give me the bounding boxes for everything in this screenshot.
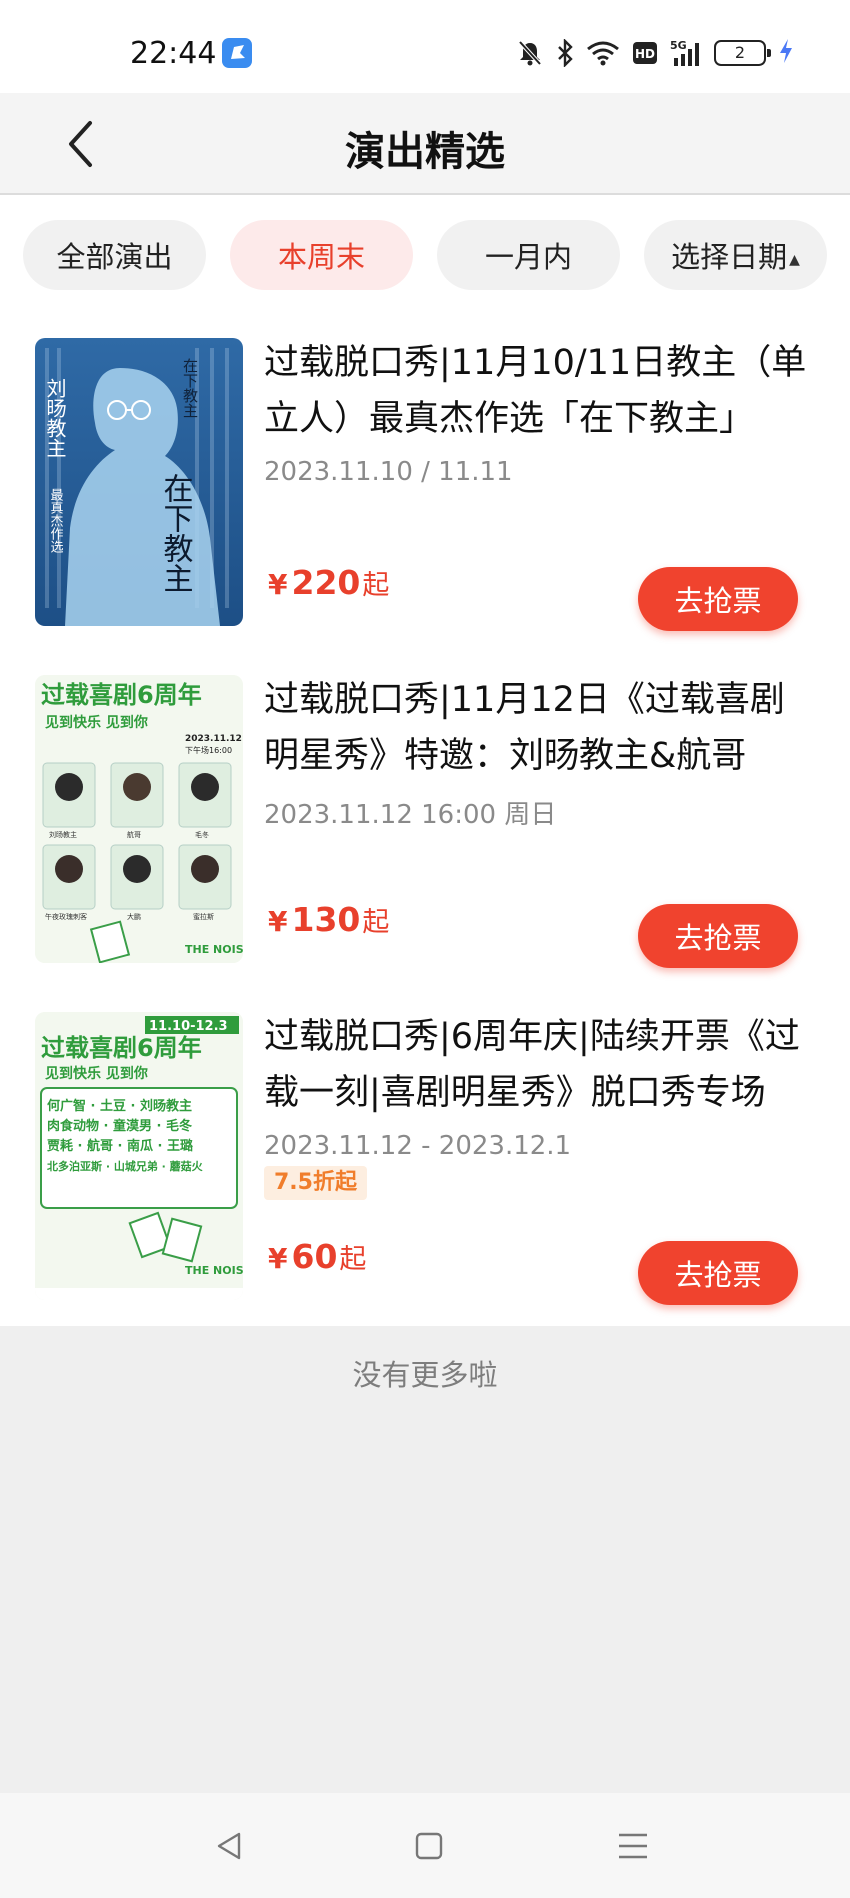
poster-time: 下午场16:00 (185, 745, 232, 755)
status-bar: 22:44 HD 5G 2 (0, 0, 850, 93)
show-list: 刘旸教主 最真杰作选 在下教主 在下教主 过载脱口秀|11月10/11日教主（单… (0, 315, 850, 1326)
caret-down-icon: ▲ (789, 252, 800, 268)
poster-footer: THE NOISE (185, 1264, 243, 1277)
poster-vertical-title: 刘旸教主 (43, 378, 67, 458)
price-amount: 130 (291, 900, 361, 939)
price-currency: ¥ (268, 1242, 288, 1275)
price-suffix: 起 (362, 907, 390, 938)
poster-headline: 过载喜剧6周年 (41, 681, 202, 709)
lineup-line: 北多泊亚斯 · 山城兄弟 · 蘑菇火 (47, 1159, 204, 1173)
menu-lines-icon (619, 1833, 647, 1859)
guest-name: 蜜拉斯 (193, 912, 214, 921)
price-suffix: 起 (339, 1244, 367, 1275)
show-title[interactable]: 过载脱口秀|11月12日《过载喜剧明星秀》特邀：刘旸教主&航哥 (264, 672, 814, 784)
guest-name: 航哥 (127, 830, 141, 839)
show-price: ¥ 130 起 (268, 900, 389, 939)
guest-name: 刘旸教主 (49, 830, 77, 839)
tab-select-date[interactable]: 选择日期 ▲ (644, 220, 827, 290)
show-date: 2023.11.12 - 2023.12.1 (264, 1131, 572, 1161)
price-suffix: 起 (362, 570, 390, 601)
tab-label: 全部演出 (56, 240, 173, 274)
nav-home-button[interactable] (406, 1823, 452, 1869)
header: 演出精选 (0, 93, 850, 195)
wifi-icon (587, 41, 619, 66)
guest-name: 午夜玫瑰刺客 (45, 912, 87, 921)
price-amount: 220 (291, 563, 361, 602)
price-currency: ¥ (268, 905, 288, 938)
guest-name: 毛冬 (195, 830, 209, 839)
app-notification-icon (222, 38, 252, 68)
tab-label: 本周末 (277, 240, 365, 274)
buy-ticket-button[interactable]: 去抢票 (638, 1241, 798, 1305)
poster-big-title: 在下教主 (158, 473, 194, 593)
tab-this-weekend[interactable]: 本周末 (230, 220, 413, 290)
show-poster[interactable]: 11.10-12.3 过载喜剧6周年 见到快乐 见到你 何广智 · 土豆 · 刘… (35, 1012, 243, 1300)
show-title[interactable]: 过载脱口秀|11月10/11日教主（单立人）最真杰作选「在下教主」 (264, 335, 814, 447)
poster-small-title: 在下教主 (181, 358, 199, 418)
lineup-line: 何广智 · 土豆 · 刘旸教主 (47, 1098, 192, 1114)
filter-bar: 全部演出 本周末 一月内 选择日期 ▲ (0, 195, 850, 315)
home-square-icon (415, 1832, 443, 1860)
system-nav-bar (0, 1793, 850, 1898)
poster-sub: 见到快乐 见到你 (45, 1065, 148, 1082)
nav-back-button[interactable] (206, 1823, 252, 1869)
poster-footer: THE NOISE (185, 943, 243, 956)
bluetooth-icon (558, 39, 573, 67)
buy-ticket-button[interactable]: 去抢票 (638, 904, 798, 968)
back-triangle-icon (217, 1832, 241, 1860)
page-title: 演出精选 (345, 129, 505, 175)
tab-label: 一月内 (484, 240, 572, 274)
buy-ticket-button[interactable]: 去抢票 (638, 567, 798, 631)
charging-icon (778, 38, 794, 69)
show-poster[interactable]: 过载喜剧6周年 见到快乐 见到你 2023.11.12 下午场16:00 刘旸教… (35, 675, 243, 963)
show-price: ¥ 60 起 (268, 1237, 366, 1276)
poster-date: 2023.11.12 (185, 734, 242, 744)
status-time: 22:44 (130, 36, 217, 71)
nav-menu-button[interactable] (610, 1823, 656, 1869)
guest-name: 大鹏 (127, 912, 141, 921)
price-currency: ¥ (268, 568, 288, 601)
show-date: 2023.11.12 16:00 周日 (264, 800, 557, 830)
poster-headline: 过载喜剧6周年 (41, 1034, 202, 1062)
poster-vertical-sub: 最真杰作选 (48, 488, 64, 554)
list-end-text: 没有更多啦 (352, 1358, 498, 1392)
lineup-line: 肉食动物 · 童漠男 · 毛冬 (47, 1118, 192, 1134)
poster-sub: 见到快乐 见到你 (45, 714, 148, 731)
price-amount: 60 (291, 1237, 338, 1276)
show-date: 2023.11.10 / 11.11 (264, 457, 513, 487)
tab-all-shows[interactable]: 全部演出 (23, 220, 206, 290)
mute-icon (518, 40, 542, 66)
signal-icon: 5G (670, 39, 699, 66)
hd-icon: HD (633, 42, 657, 64)
hd-label: HD (635, 47, 655, 61)
discount-badge: 7.5折起 (264, 1166, 367, 1200)
show-title[interactable]: 过载脱口秀|6周年庆|陆续开票《过载一刻|喜剧明星秀》脱口秀专场 (264, 1009, 814, 1121)
show-card[interactable]: 刘旸教主 最真杰作选 在下教主 在下教主 过载脱口秀|11月10/11日教主（单… (0, 315, 850, 652)
tab-within-month[interactable]: 一月内 (437, 220, 620, 290)
show-poster[interactable]: 刘旸教主 最真杰作选 在下教主 在下教主 (35, 338, 243, 626)
lineup-line: 贾耗 · 航哥 · 南瓜 · 王璐 (47, 1138, 193, 1154)
tab-label: 选择日期 (671, 240, 788, 274)
show-card[interactable]: 11.10-12.3 过载喜剧6周年 见到快乐 见到你 何广智 · 土豆 · 刘… (0, 989, 850, 1326)
battery-icon: 2 (714, 40, 771, 66)
status-icons: HD 5G 2 (516, 36, 794, 70)
poster-date-range: 11.10-12.3 (149, 1019, 228, 1034)
network-label: 5G (670, 39, 687, 52)
show-price: ¥ 220 起 (268, 563, 389, 602)
show-card[interactable]: 过载喜剧6周年 见到快乐 见到你 2023.11.12 下午场16:00 刘旸教… (0, 652, 850, 989)
